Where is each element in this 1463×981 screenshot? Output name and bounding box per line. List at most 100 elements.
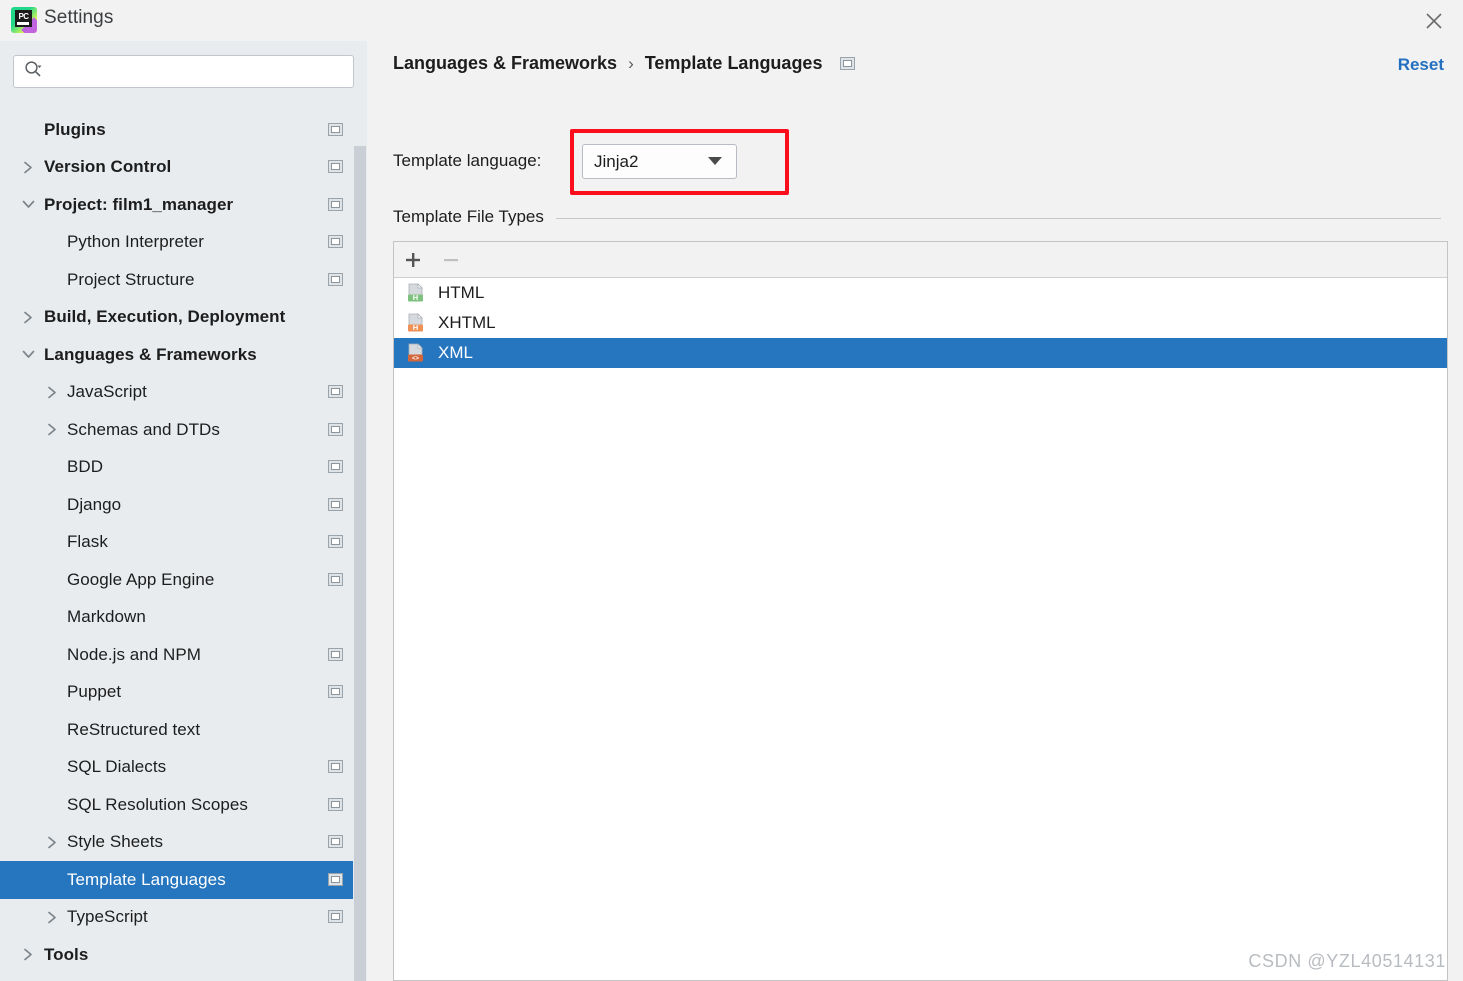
sidebar-item-django[interactable]: Django — [0, 486, 367, 524]
svg-text:H: H — [413, 323, 418, 332]
sidebar-scrollbar-thumb[interactable] — [354, 146, 366, 981]
breadcrumb-current: Template Languages — [644, 53, 823, 73]
settings-tree: Plugins Version Control Project: film1_man… — [0, 97, 367, 981]
settings-window-icon[interactable] — [328, 535, 343, 549]
xml-file-icon: <> — [406, 343, 426, 363]
file-type-label: XML — [438, 343, 473, 362]
settings-window-icon[interactable] — [328, 497, 343, 511]
search-box[interactable] — [13, 55, 354, 88]
settings-window-icon[interactable] — [328, 647, 343, 661]
window-title: Settings — [44, 7, 114, 28]
settings-content: Languages & Frameworks › Template Langua… — [367, 41, 1463, 981]
svg-text:<>: <> — [412, 356, 420, 362]
sidebar-item-label: Build, Execution, Deployment — [44, 307, 286, 327]
chevron-right-icon[interactable] — [44, 422, 60, 438]
pycharm-logo-icon: PC — [11, 7, 37, 33]
sidebar-item-python-interpreter[interactable]: Python Interpreter — [0, 224, 367, 262]
file-type-row[interactable]: H XHTML — [394, 308, 1447, 338]
html-file-icon: H — [406, 283, 426, 303]
sidebar-item-style-sheets[interactable]: Style Sheets — [0, 824, 367, 862]
sidebar-item-project-structure[interactable]: Project Structure — [0, 261, 367, 299]
sidebar-item-sql-dialects[interactable]: SQL Dialects — [0, 749, 367, 787]
search-input[interactable] — [49, 63, 353, 80]
sidebar-item-template-languages[interactable]: Template Languages — [0, 861, 367, 899]
sidebar-item-label: Project: film1_manager — [44, 194, 234, 214]
file-type-label: XHTML — [438, 313, 496, 332]
chevron-down-icon[interactable] — [20, 197, 36, 213]
sidebar-item-google-app-engine[interactable]: Google App Engine — [0, 561, 367, 599]
sidebar-item-build-execution-deployment[interactable]: Build, Execution, Deployment — [0, 299, 367, 337]
settings-window-icon[interactable] — [328, 272, 343, 286]
chevron-down-icon — [707, 153, 723, 171]
sidebar-item-project-film1-manager[interactable]: Project: film1_manager — [0, 186, 367, 224]
chevron-right-icon[interactable] — [20, 947, 36, 963]
chevron-right-icon[interactable] — [44, 834, 60, 850]
settings-window-icon[interactable] — [328, 760, 343, 774]
settings-window-icon[interactable] — [328, 160, 343, 174]
file-types-toolbar — [394, 242, 1447, 278]
settings-window-icon[interactable] — [328, 572, 343, 586]
xhtml-file-icon: H — [406, 313, 426, 333]
sidebar-item-restructured-text[interactable]: ReStructured text — [0, 711, 367, 749]
sidebar-item-flask[interactable]: Flask — [0, 524, 367, 562]
settings-window-icon[interactable] — [328, 460, 343, 474]
settings-window-icon[interactable] — [328, 385, 343, 399]
sidebar-item-version-control[interactable]: Version Control — [0, 149, 367, 187]
title-bar: PC Settings — [0, 0, 1463, 41]
template-language-dropdown[interactable]: Jinja2 — [582, 144, 737, 179]
sidebar-item-javascript[interactable]: JavaScript — [0, 374, 367, 412]
reset-link[interactable]: Reset — [1398, 55, 1444, 75]
search-icon — [24, 60, 43, 84]
settings-window-icon[interactable] — [840, 57, 856, 70]
settings-window-icon[interactable] — [328, 835, 343, 849]
sidebar-item-bdd[interactable]: BDD — [0, 449, 367, 487]
chevron-right-icon[interactable] — [20, 159, 36, 175]
sidebar-item-label: Node.js and NPM — [67, 644, 201, 664]
sidebar-item-label: Puppet — [67, 682, 122, 702]
settings-window-icon[interactable] — [328, 685, 343, 699]
file-type-row[interactable]: <> XML — [394, 338, 1447, 368]
minus-icon — [432, 243, 470, 277]
settings-window-icon[interactable] — [328, 235, 343, 249]
chevron-down-icon[interactable] — [20, 347, 36, 363]
sidebar-item-plugins[interactable]: Plugins — [0, 111, 367, 149]
sidebar-item-puppet[interactable]: Puppet — [0, 674, 367, 712]
sidebar-item-markdown[interactable]: Markdown — [0, 599, 367, 637]
section-title: Template File Types — [393, 207, 544, 226]
sidebar-item-label: SQL Resolution Scopes — [67, 794, 248, 814]
sidebar-item-label: SQL Dialects — [67, 757, 167, 777]
sidebar-item-schemas-and-dtds[interactable]: Schemas and DTDs — [0, 411, 367, 449]
sidebar-item-label: BDD — [67, 457, 104, 477]
sidebar-scrollbar[interactable] — [353, 146, 367, 981]
sidebar-item-label: JavaScript — [67, 382, 147, 402]
plus-icon[interactable] — [394, 243, 432, 277]
file-type-row[interactable]: H HTML — [394, 278, 1447, 308]
chevron-right-icon[interactable] — [20, 309, 36, 325]
settings-window-icon[interactable] — [328, 422, 343, 436]
sidebar-item-label: Markdown — [67, 607, 146, 627]
settings-window-icon[interactable] — [328, 122, 343, 136]
template-file-types-section-header: Template File Types — [393, 206, 1441, 228]
sidebar-item-typescript[interactable]: TypeScript — [0, 899, 367, 937]
settings-window-icon[interactable] — [328, 797, 343, 811]
settings-sidebar: Plugins Version Control Project: film1_man… — [0, 41, 367, 981]
sidebar-item-label: Flask — [67, 532, 108, 552]
settings-window-icon[interactable] — [328, 197, 343, 211]
sidebar-item-label: Plugins — [44, 119, 106, 139]
sidebar-item-label: Project Structure — [67, 269, 195, 289]
breadcrumb-separator: › — [628, 53, 634, 73]
sidebar-item-languages-frameworks[interactable]: Languages & Frameworks — [0, 336, 367, 374]
sidebar-item-label: Languages & Frameworks — [44, 344, 257, 364]
sidebar-item-label: Style Sheets — [67, 832, 164, 852]
watermark: CSDN @YZL40514131 — [1248, 951, 1446, 971]
close-icon[interactable] — [1419, 6, 1449, 36]
file-type-label: HTML — [438, 283, 485, 302]
sidebar-item-tools[interactable]: Tools — [0, 936, 367, 974]
settings-window-icon[interactable] — [328, 910, 343, 924]
chevron-right-icon[interactable] — [44, 909, 60, 925]
chevron-right-icon[interactable] — [44, 384, 60, 400]
breadcrumb-parent[interactable]: Languages & Frameworks — [393, 53, 617, 74]
sidebar-item-sql-resolution-scopes[interactable]: SQL Resolution Scopes — [0, 786, 367, 824]
settings-window-icon[interactable] — [328, 872, 343, 886]
sidebar-item-node-js-and-npm[interactable]: Node.js and NPM — [0, 636, 367, 674]
